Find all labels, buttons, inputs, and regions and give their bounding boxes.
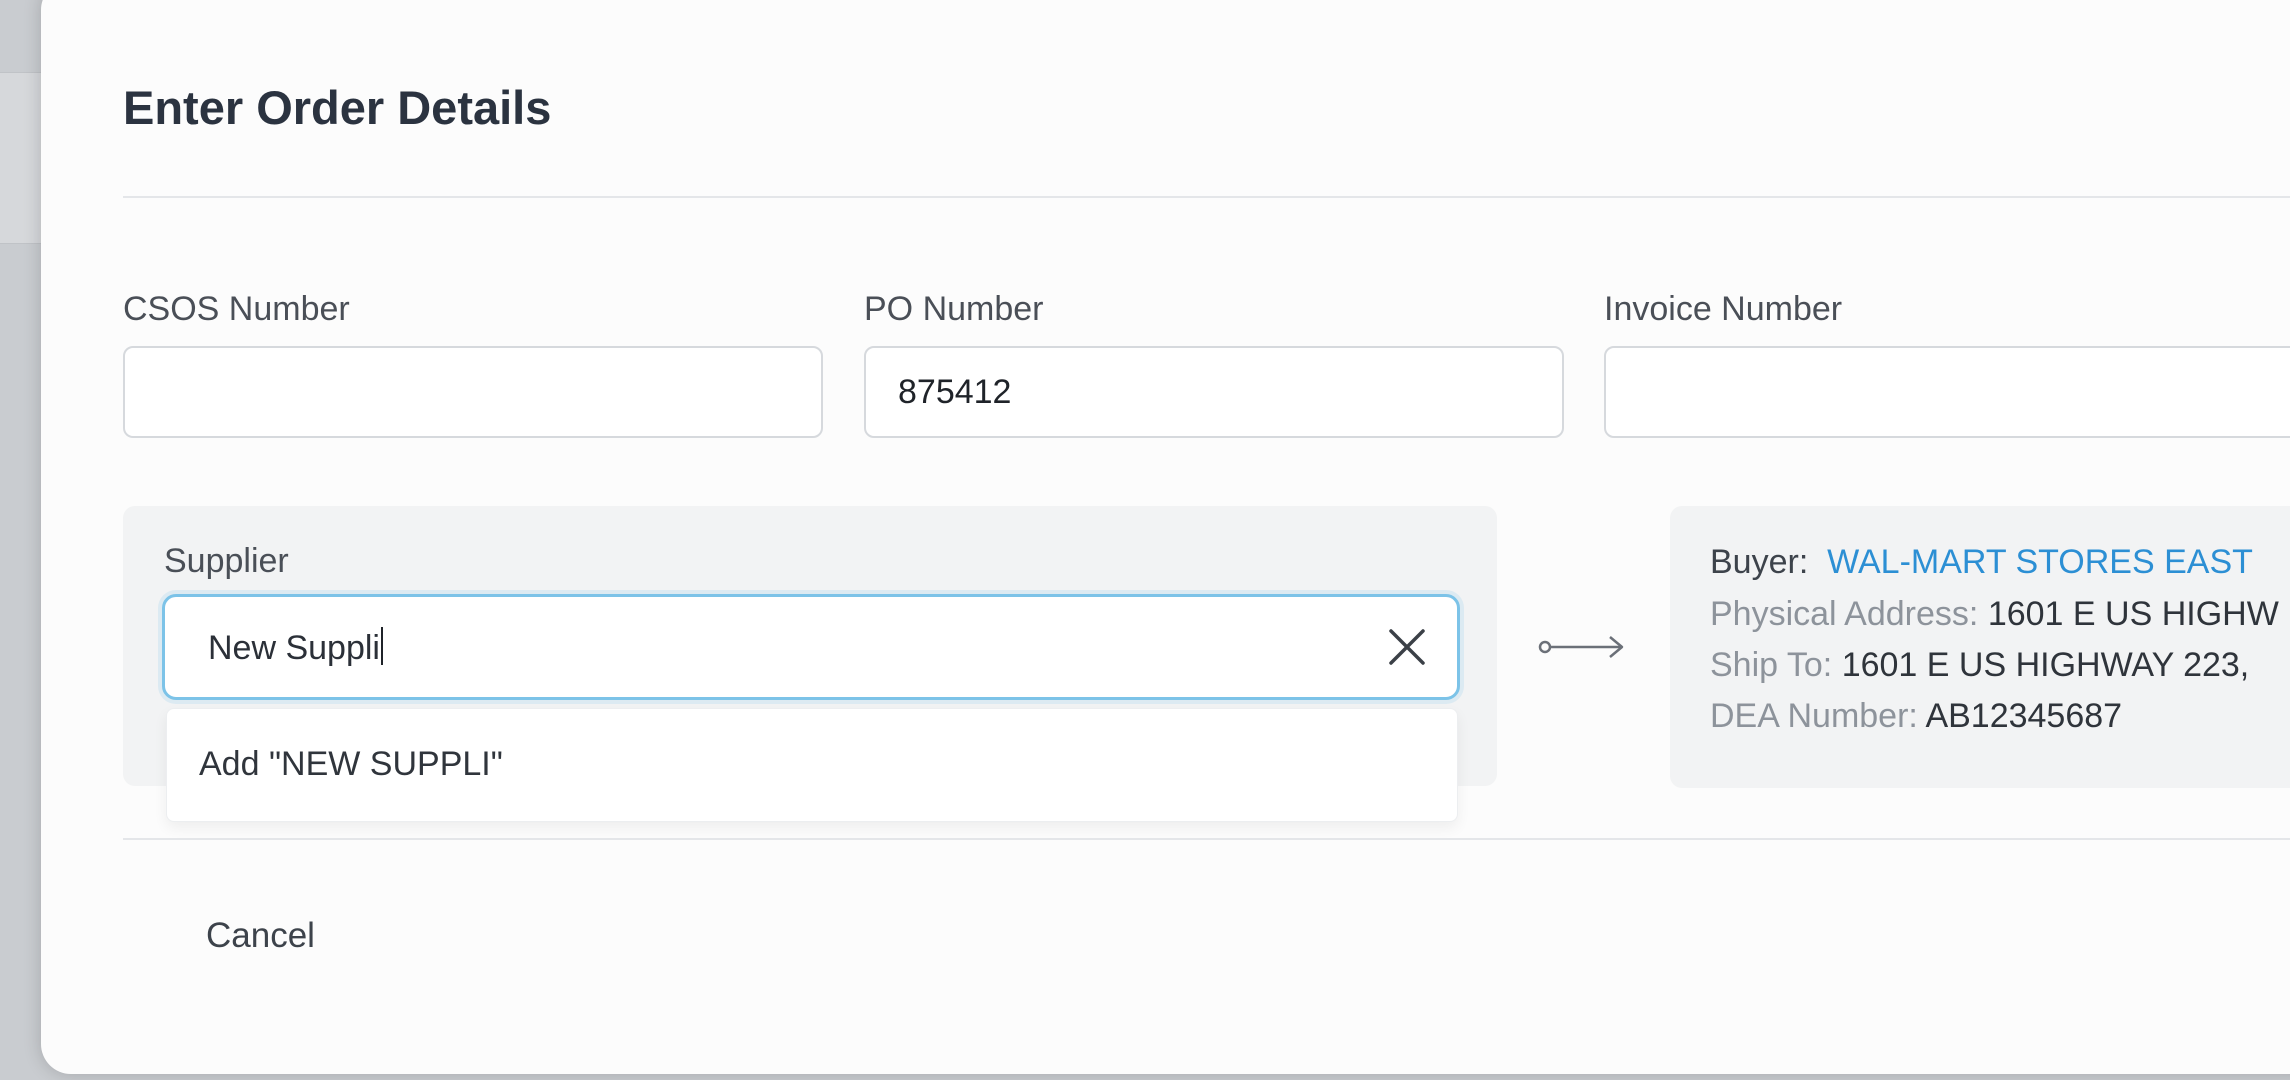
modal-title: Enter Order Details bbox=[123, 81, 552, 134]
text-caret bbox=[380, 627, 383, 665]
title-divider bbox=[123, 196, 2290, 198]
physical-address-key: Physical Address: bbox=[1710, 595, 1979, 633]
cancel-button[interactable]: Cancel bbox=[206, 916, 315, 956]
dea-number-line: DEA Number: AB12345687 bbox=[1710, 697, 2122, 736]
add-supplier-option[interactable]: Add "NEW SUPPLI" bbox=[199, 745, 503, 784]
close-icon[interactable] bbox=[1387, 627, 1427, 667]
footer-divider bbox=[123, 838, 2290, 840]
long-arrow-right-icon bbox=[1538, 630, 1628, 664]
invoice-number-label: Invoice Number bbox=[1604, 290, 1843, 328]
supplier-label: Supplier bbox=[164, 542, 289, 580]
csos-number-label: CSOS Number bbox=[123, 290, 350, 328]
ship-to-key: Ship To: bbox=[1710, 646, 1833, 684]
dea-number-key: DEA Number: bbox=[1710, 697, 1918, 735]
physical-address-line: Physical Address: 1601 E US HIGHW bbox=[1710, 595, 2279, 634]
physical-address-value: 1601 E US HIGHW bbox=[1987, 595, 2279, 633]
supplier-input-value: New Suppli bbox=[208, 627, 383, 668]
buyer-name-link[interactable]: WAL-MART STORES EAST bbox=[1827, 543, 2253, 581]
ship-to-value: 1601 E US HIGHWAY 223, bbox=[1841, 646, 2250, 684]
invoice-number-input[interactable] bbox=[1604, 346, 2290, 438]
ship-to-line: Ship To: 1601 E US HIGHWAY 223, bbox=[1710, 646, 2249, 685]
supplier-input[interactable]: New Suppli bbox=[162, 594, 1460, 700]
csos-number-input[interactable] bbox=[123, 346, 823, 438]
po-number-input[interactable] bbox=[864, 346, 1564, 438]
supplier-suggestion-dropdown: Add "NEW SUPPLI" bbox=[166, 708, 1458, 822]
po-number-label: PO Number bbox=[864, 290, 1044, 328]
buyer-line: Buyer: WAL-MART STORES EAST bbox=[1710, 543, 2253, 582]
buyer-key: Buyer: bbox=[1710, 543, 1809, 581]
dea-number-value: AB12345687 bbox=[1925, 697, 2123, 735]
